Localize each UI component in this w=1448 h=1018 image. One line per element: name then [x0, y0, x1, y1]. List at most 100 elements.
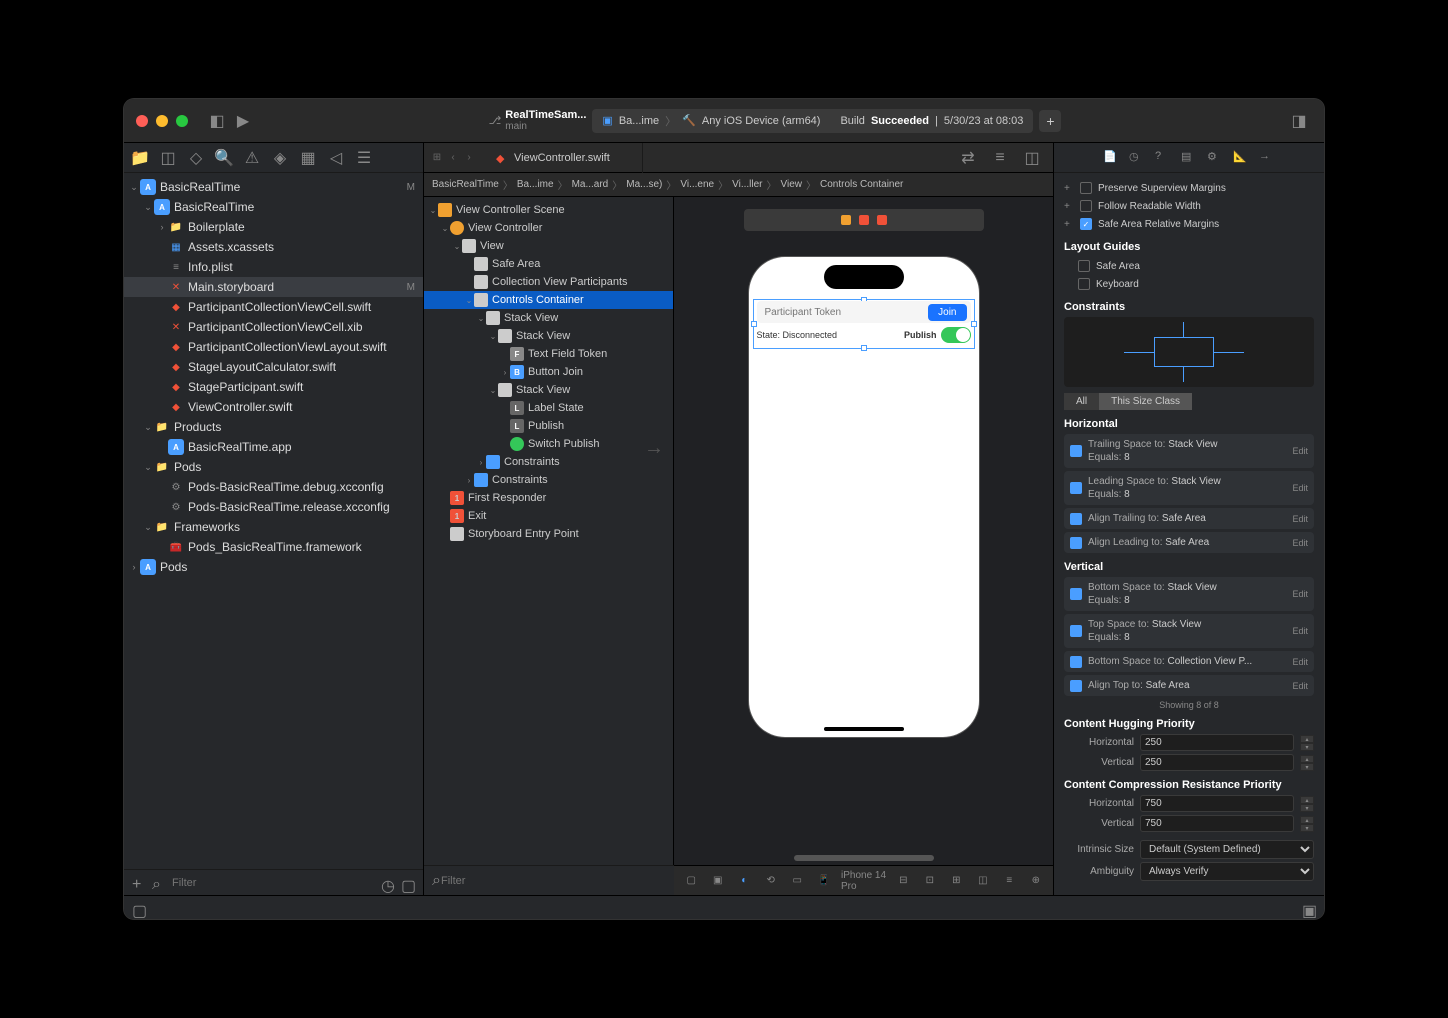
safearea-margins-row[interactable]: +✓ Safe Area Relative Margins	[1064, 215, 1314, 233]
outline-row[interactable]: Switch Publish	[424, 435, 673, 453]
add-tab-button[interactable]: +	[1039, 110, 1061, 132]
help-inspector-tab[interactable]: ?	[1155, 150, 1171, 166]
tree-row[interactable]: ▦Assets.xcassets	[124, 237, 423, 257]
console-toggle-icon[interactable]: ▢	[132, 901, 146, 915]
stepper[interactable]: ▴▾	[1300, 735, 1314, 751]
intrinsic-select[interactable]: Default (System Defined)	[1140, 840, 1314, 859]
tree-row[interactable]: ⌄ABasicRealTime	[124, 197, 423, 217]
outline-row[interactable]: ⌄Stack View	[424, 327, 673, 345]
split-icon[interactable]: ◫	[1019, 145, 1045, 171]
add-icon[interactable]: +	[132, 876, 146, 890]
forward-icon[interactable]: ›	[462, 145, 476, 171]
compression-horiz-input[interactable]	[1140, 795, 1294, 812]
outline-row[interactable]: Collection View Participants	[424, 273, 673, 291]
join-button[interactable]: Join	[928, 304, 966, 321]
tree-row[interactable]: ≡Info.plist	[124, 257, 423, 277]
constraint-item[interactable]: Top Space to: Stack ViewEquals: 8Edit	[1064, 614, 1314, 648]
outline-filter-input[interactable]	[441, 875, 666, 887]
back-icon[interactable]: ‹	[446, 145, 460, 171]
publish-switch[interactable]	[941, 327, 971, 343]
tree-row[interactable]: ⌄📁Products	[124, 417, 423, 437]
constraint-item[interactable]: Align Top to: Safe AreaEdit	[1064, 675, 1314, 696]
tree-row[interactable]: ✕ParticipantCollectionViewCell.xib	[124, 317, 423, 337]
safe-area-guide-row[interactable]: Safe Area	[1064, 257, 1314, 275]
tree-row[interactable]: ›📁Boilerplate	[124, 217, 423, 237]
crumb-item[interactable]: View	[781, 179, 803, 190]
symbol-tab[interactable]: ◇	[188, 150, 204, 166]
participant-token-input[interactable]	[761, 307, 925, 318]
outline-row[interactable]: 1Exit	[424, 507, 673, 525]
tree-row[interactable]: ⚙Pods-BasicRealTime.debug.xcconfig	[124, 477, 423, 497]
close-icon[interactable]	[136, 115, 148, 127]
history-inspector-tab[interactable]: ◷	[1129, 150, 1145, 166]
outline-row[interactable]: ⌄Controls Container	[424, 291, 673, 309]
jump-bar[interactable]: BasicRealTime〉Ba...ime〉Ma...ard〉Ma...se)…	[424, 173, 1053, 197]
vary-icon[interactable]: ⟲	[762, 868, 781, 894]
tree-row[interactable]: ⌄📁Pods	[124, 457, 423, 477]
constraint-item[interactable]: Align Trailing to: Safe AreaEdit	[1064, 508, 1314, 529]
orientation-icon[interactable]: ▣	[709, 868, 728, 894]
constraint-item[interactable]: Trailing Space to: Stack ViewEquals: 8Ed…	[1064, 434, 1314, 468]
crumb-item[interactable]: Vi...ller	[732, 179, 762, 190]
checkbox[interactable]	[1078, 260, 1090, 272]
recent-icon[interactable]: ◷	[381, 876, 395, 890]
constraint-filter-segment[interactable]: All This Size Class	[1064, 393, 1314, 410]
zoom-out-icon[interactable]: ⊟	[894, 868, 913, 894]
outline-row[interactable]: ⌄Stack View	[424, 381, 673, 399]
hugging-vert-input[interactable]	[1140, 754, 1294, 771]
ib-canvas[interactable]: → Join S	[674, 197, 1053, 895]
outline-row[interactable]: ⌄View	[424, 237, 673, 255]
outline-row[interactable]: ⌄View Controller	[424, 219, 673, 237]
library-button[interactable]: ◨	[1286, 108, 1312, 134]
edit-button[interactable]: Edit	[1292, 626, 1308, 636]
file-inspector-tab[interactable]: 📄	[1103, 150, 1119, 166]
tree-row[interactable]: ◆ParticipantCollectionViewCell.swift	[124, 297, 423, 317]
outline-row[interactable]: FText Field Token	[424, 345, 673, 363]
vc-dock-icon[interactable]	[841, 215, 851, 225]
edit-button[interactable]: Edit	[1292, 514, 1308, 524]
test-tab[interactable]: ◈	[272, 150, 288, 166]
edit-button[interactable]: Edit	[1292, 483, 1308, 493]
outline-row[interactable]: LPublish	[424, 417, 673, 435]
crumb-item[interactable]: Vi...ene	[680, 179, 714, 190]
edit-button[interactable]: Edit	[1292, 589, 1308, 599]
adjust-icon[interactable]: ≡	[987, 145, 1013, 171]
tree-row[interactable]: ✕Main.storyboardM	[124, 277, 423, 297]
find-tab[interactable]: 🔍	[216, 150, 232, 166]
resize-handle[interactable]	[861, 345, 867, 351]
checkbox[interactable]	[1078, 278, 1090, 290]
embed-icon[interactable]: ◫	[974, 868, 993, 894]
layout-icon[interactable]: ▭	[788, 868, 807, 894]
sidebar-toggle-icon[interactable]: ◧	[204, 108, 230, 134]
crumb-item[interactable]: Controls Container	[820, 179, 903, 190]
outline-row[interactable]: LLabel State	[424, 399, 673, 417]
tree-row[interactable]: ◆ViewController.swift	[124, 397, 423, 417]
constraint-item[interactable]: Align Leading to: Safe AreaEdit	[1064, 532, 1314, 553]
issue-tab[interactable]: ⚠	[244, 150, 260, 166]
scene-dock[interactable]	[744, 209, 984, 231]
hugging-horiz-input[interactable]	[1140, 734, 1294, 751]
keyboard-guide-row[interactable]: Keyboard	[1064, 275, 1314, 293]
constraint-visualizer[interactable]	[1064, 317, 1314, 387]
tree-row[interactable]: ◆ParticipantCollectionViewLayout.swift	[124, 337, 423, 357]
outline-row[interactable]: ⌄Stack View	[424, 309, 673, 327]
readable-width-row[interactable]: + Follow Readable Width	[1064, 197, 1314, 215]
outline-row[interactable]: ›Constraints	[424, 471, 673, 489]
tree-row[interactable]: ⚙Pods-BasicRealTime.release.xcconfig	[124, 497, 423, 517]
connections-inspector-tab[interactable]: →	[1259, 150, 1275, 166]
exit-dock-icon[interactable]	[877, 215, 887, 225]
pin-icon[interactable]: ⊕	[1027, 868, 1046, 894]
related-items-icon[interactable]: ⊞	[430, 145, 444, 171]
attributes-inspector-tab[interactable]: ⚙	[1207, 150, 1223, 166]
crumb-item[interactable]: Ba...ime	[517, 179, 554, 190]
tree-row[interactable]: ◆StageLayoutCalculator.swift	[124, 357, 423, 377]
checkbox[interactable]	[1080, 182, 1092, 194]
edit-button[interactable]: Edit	[1292, 681, 1308, 691]
preserve-margins-row[interactable]: + Preserve Superview Margins	[1064, 179, 1314, 197]
variables-toggle-icon[interactable]: ▣	[1302, 901, 1316, 915]
outline-row[interactable]: Safe Area	[424, 255, 673, 273]
identity-inspector-tab[interactable]: ▤	[1181, 150, 1197, 166]
constraint-item[interactable]: Leading Space to: Stack ViewEquals: 8Edi…	[1064, 471, 1314, 505]
crumb-item[interactable]: Ma...ard	[572, 179, 609, 190]
breakpoint-tab[interactable]: ◁	[328, 150, 344, 166]
